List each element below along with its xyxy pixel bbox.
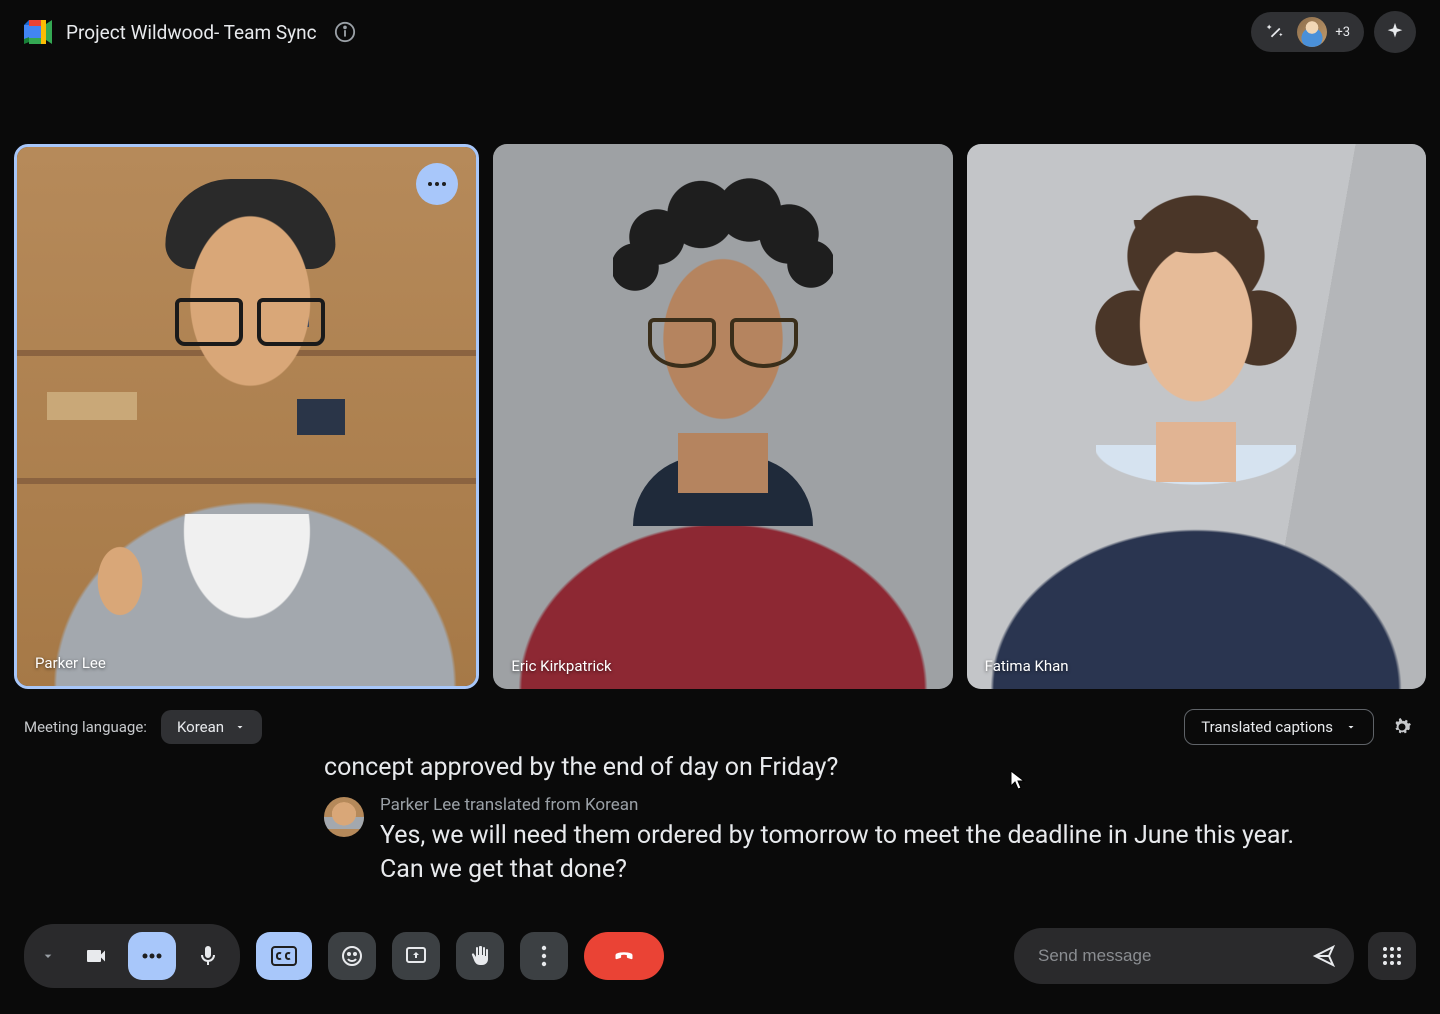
message-cluster <box>1014 928 1416 984</box>
chevron-down-icon <box>1345 721 1357 733</box>
apps-grid-button[interactable] <box>1368 932 1416 980</box>
end-call-button[interactable] <box>584 932 664 980</box>
meet-logo <box>24 20 52 44</box>
raise-hand-button[interactable] <box>456 932 504 980</box>
hand-icon <box>468 944 492 968</box>
camera-icon <box>84 944 108 968</box>
participant-overflow-count[interactable]: +3 <box>1335 25 1354 40</box>
participant-avatar[interactable] <box>1297 17 1327 47</box>
translated-captions-label: Translated captions <box>1201 718 1333 736</box>
apps-grid-icon <box>1382 946 1402 966</box>
meeting-language-label: Meeting language: <box>24 718 147 736</box>
message-input[interactable] <box>1038 946 1304 966</box>
info-button[interactable] <box>331 18 359 46</box>
send-icon <box>1312 944 1336 968</box>
video-tile-eric-kirkpatrick[interactable]: Eric Kirkpatrick <box>493 144 952 689</box>
video-tile-parker-lee[interactable]: Parker Lee <box>14 144 479 689</box>
meeting-title: Project Wildwood- Team Sync <box>66 21 317 44</box>
message-compose <box>1014 928 1354 984</box>
emoji-icon <box>340 944 364 968</box>
more-vertical-icon <box>541 945 547 967</box>
caption-current: Parker Lee translated from Korean Yes, w… <box>324 795 1296 887</box>
tile-name-label: Fatima Khan <box>985 657 1069 675</box>
camera-button[interactable] <box>72 932 120 980</box>
effects-button[interactable] <box>128 932 176 980</box>
present-icon <box>404 944 428 968</box>
microphone-icon <box>196 944 220 968</box>
end-call-icon <box>609 941 639 971</box>
language-value: Korean <box>177 718 224 736</box>
video-grid: Parker Lee Eric Kirkpatrick Fatima Khan <box>0 144 1440 689</box>
caption-text: Yes, we will need them ordered by tomorr… <box>380 819 1296 887</box>
captions-settings-button[interactable] <box>1388 713 1416 741</box>
caption-previous-line: concept approved by the end of day on Fr… <box>324 751 1296 785</box>
more-options-button[interactable] <box>520 932 568 980</box>
video-tile-fatima-khan[interactable]: Fatima Khan <box>967 144 1426 689</box>
header-right: +3 <box>1251 11 1416 53</box>
caption-speaker-avatar <box>324 797 364 837</box>
effects-icon <box>141 952 163 960</box>
tile-name-label: Eric Kirkpatrick <box>511 657 611 675</box>
present-button[interactable] <box>392 932 440 980</box>
caption-settings-bar: Meeting language: Korean Translated capt… <box>0 689 1440 751</box>
header-left: Project Wildwood- Team Sync <box>24 18 359 46</box>
av-options-chevron[interactable] <box>32 932 64 980</box>
translated-captions-selector[interactable]: Translated captions <box>1184 709 1374 745</box>
ai-sparkle-button[interactable] <box>1374 11 1416 53</box>
caption-speaker-line: Parker Lee translated from Korean <box>380 795 1296 815</box>
chevron-down-icon <box>234 721 246 733</box>
header: Project Wildwood- Team Sync +3 <box>0 0 1440 64</box>
av-controls-cluster <box>24 924 240 988</box>
gear-icon <box>1390 715 1414 739</box>
emoji-button[interactable] <box>328 932 376 980</box>
tile-name-label: Parker Lee <box>35 654 106 672</box>
magic-wand-icon[interactable] <box>1261 18 1289 46</box>
send-button[interactable] <box>1304 936 1344 976</box>
participants-pill: +3 <box>1251 12 1364 52</box>
language-selector[interactable]: Korean <box>161 710 262 744</box>
captions-button[interactable] <box>256 932 312 980</box>
bottom-controls <box>0 924 1440 988</box>
microphone-button[interactable] <box>184 932 232 980</box>
captions-area: concept approved by the end of day on Fr… <box>300 751 1320 886</box>
cc-icon <box>271 946 297 966</box>
